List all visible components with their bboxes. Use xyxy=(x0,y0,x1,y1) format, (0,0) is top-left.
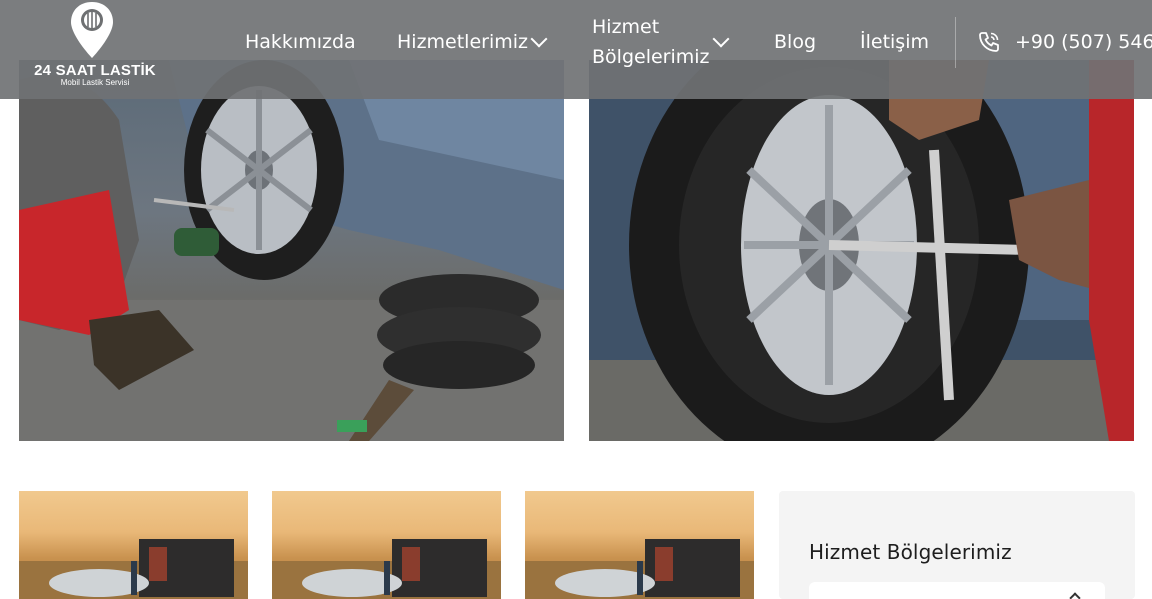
location-pin-tire-icon xyxy=(71,2,113,58)
chevron-down-icon xyxy=(1069,592,1081,599)
site-header: 24 SAAT LASTİK Mobil Lastik Servisi Hakk… xyxy=(0,0,1152,99)
nav-item-contact[interactable]: İletişim xyxy=(860,27,929,57)
brand-name: 24 SAAT LASTİK xyxy=(34,62,156,79)
site-logo[interactable]: 24 SAAT LASTİK Mobil Lastik Servisi xyxy=(30,0,158,94)
chevron-down-icon[interactable] xyxy=(712,30,730,48)
region-select[interactable] xyxy=(809,582,1105,599)
wheel-wrench-photo xyxy=(589,60,1134,441)
service-van-thumbnail[interactable] xyxy=(272,491,501,599)
brand-tagline: Mobil Lastik Servisi xyxy=(60,78,130,87)
service-van-thumbnail[interactable] xyxy=(525,491,754,599)
phone-number-link[interactable]: +90 (507) 546 80 xyxy=(1015,27,1152,57)
service-regions-widget: Hizmet Bölgelerimiz xyxy=(779,491,1135,599)
nav-item-service-regions[interactable]: Hizmet Bölgelerimiz xyxy=(592,12,712,72)
nav-divider xyxy=(955,17,956,68)
nav-item-services[interactable]: Hizmetlerimiz xyxy=(397,27,528,57)
nav-item-about[interactable]: Hakkımızda xyxy=(245,27,356,57)
service-van-thumbnail[interactable] xyxy=(19,491,248,599)
widget-title: Hizmet Bölgelerimiz xyxy=(809,540,1012,564)
chevron-down-icon[interactable] xyxy=(530,30,548,48)
nav-item-blog[interactable]: Blog xyxy=(774,27,816,57)
tire-change-photo xyxy=(19,60,564,441)
phone-ringing-icon[interactable] xyxy=(977,30,1001,54)
